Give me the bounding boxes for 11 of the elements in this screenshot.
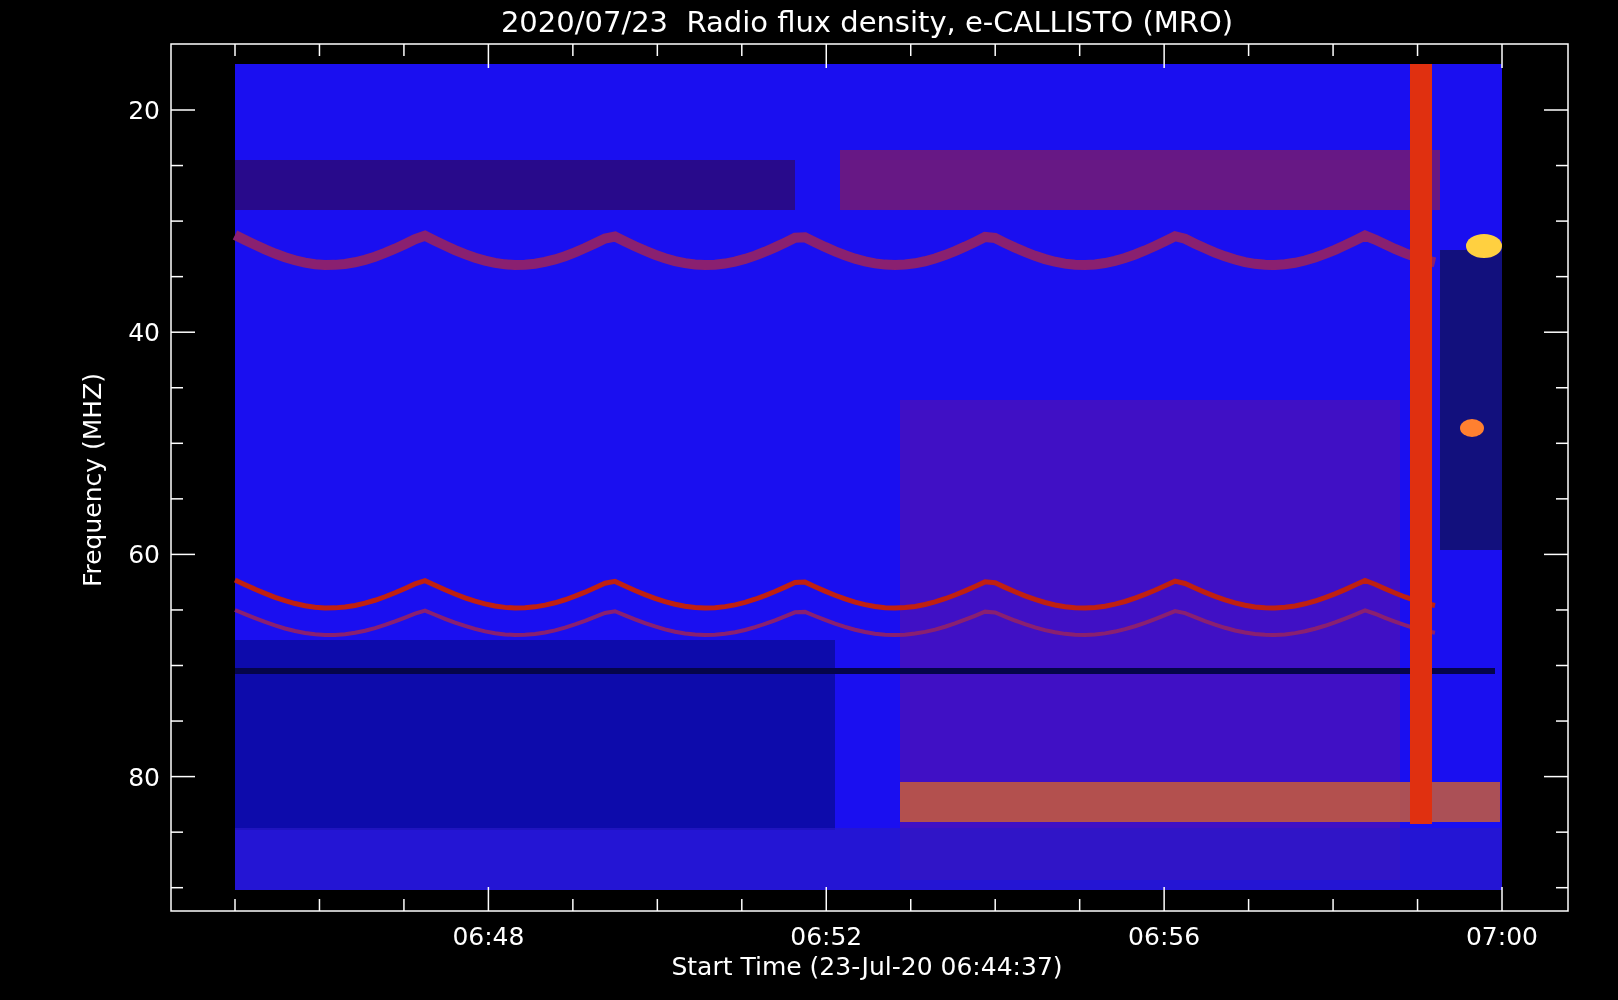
- x-tick-label: 07:00: [1466, 922, 1538, 951]
- x-axis-label: Start Time (23-Jul-20 06:44:37): [671, 952, 1063, 981]
- y-axis-label: Frequency (MHZ): [78, 372, 107, 588]
- x-tick-label: 06:56: [1128, 922, 1201, 951]
- y-tick-label: 60: [128, 540, 160, 570]
- x-tick-label: 06:52: [790, 922, 863, 951]
- y-tick-label: 80: [128, 762, 160, 792]
- x-tick-label: 06:48: [452, 922, 525, 951]
- chart-title: 2020/07/23 Radio flux density, e-CALLISTO (MRO): [500, 5, 1234, 39]
- y-tick-label: 40: [128, 318, 160, 348]
- y-tick-label: 20: [128, 96, 160, 125]
